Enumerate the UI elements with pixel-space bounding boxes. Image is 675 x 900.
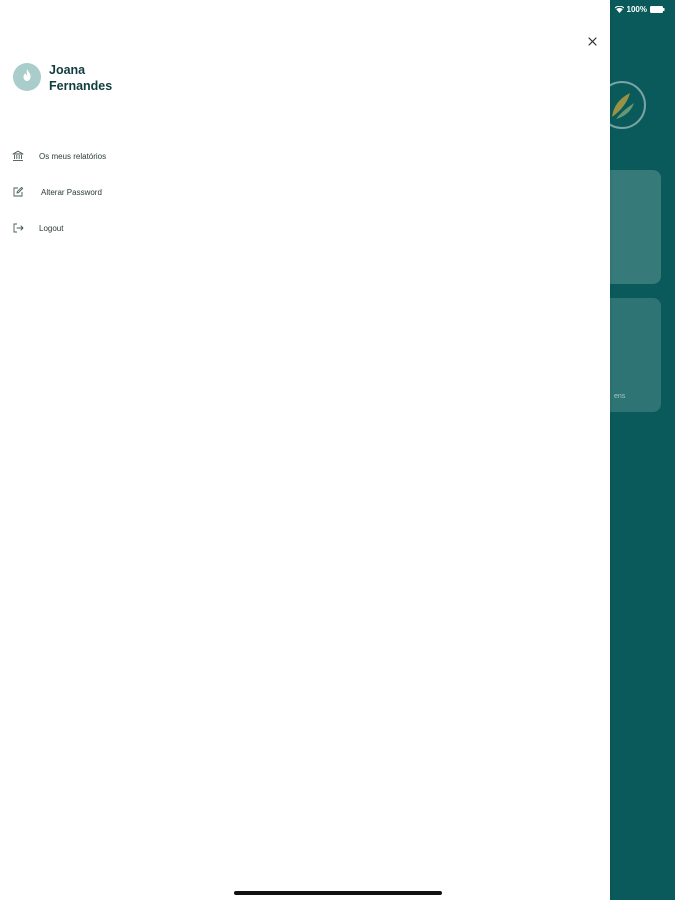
side-drawer: Joana Fernandes Os meus relatórios Alter… — [0, 0, 610, 900]
flame-icon — [21, 68, 33, 87]
battery-icon — [650, 5, 665, 13]
menu-item-change-password[interactable]: Alterar Password — [11, 182, 211, 202]
logout-icon — [11, 221, 25, 235]
status-bar: 100% — [614, 2, 665, 16]
battery-percentage: 100% — [626, 4, 647, 14]
wifi-icon — [614, 5, 624, 13]
user-name: Joana Fernandes — [49, 63, 113, 93]
app-root: 100% ens Joana Fernandes Os meus relatór… — [0, 0, 675, 900]
avatar — [13, 63, 41, 91]
edit-icon — [11, 185, 25, 199]
close-button[interactable] — [584, 34, 600, 50]
close-icon — [587, 33, 597, 51]
background-card-text: ens — [614, 393, 626, 400]
menu-item-label: Logout — [39, 223, 64, 233]
home-indicator[interactable] — [234, 891, 442, 895]
user-profile: Joana Fernandes — [13, 62, 139, 94]
drawer-menu: Os meus relatórios Alterar Password Logo… — [11, 146, 211, 254]
menu-item-label: Os meus relatórios — [39, 151, 107, 161]
bank-icon — [11, 149, 25, 163]
menu-item-label: Alterar Password — [41, 187, 102, 197]
menu-item-logout[interactable]: Logout — [11, 218, 211, 238]
menu-item-reports[interactable]: Os meus relatórios — [11, 146, 211, 166]
